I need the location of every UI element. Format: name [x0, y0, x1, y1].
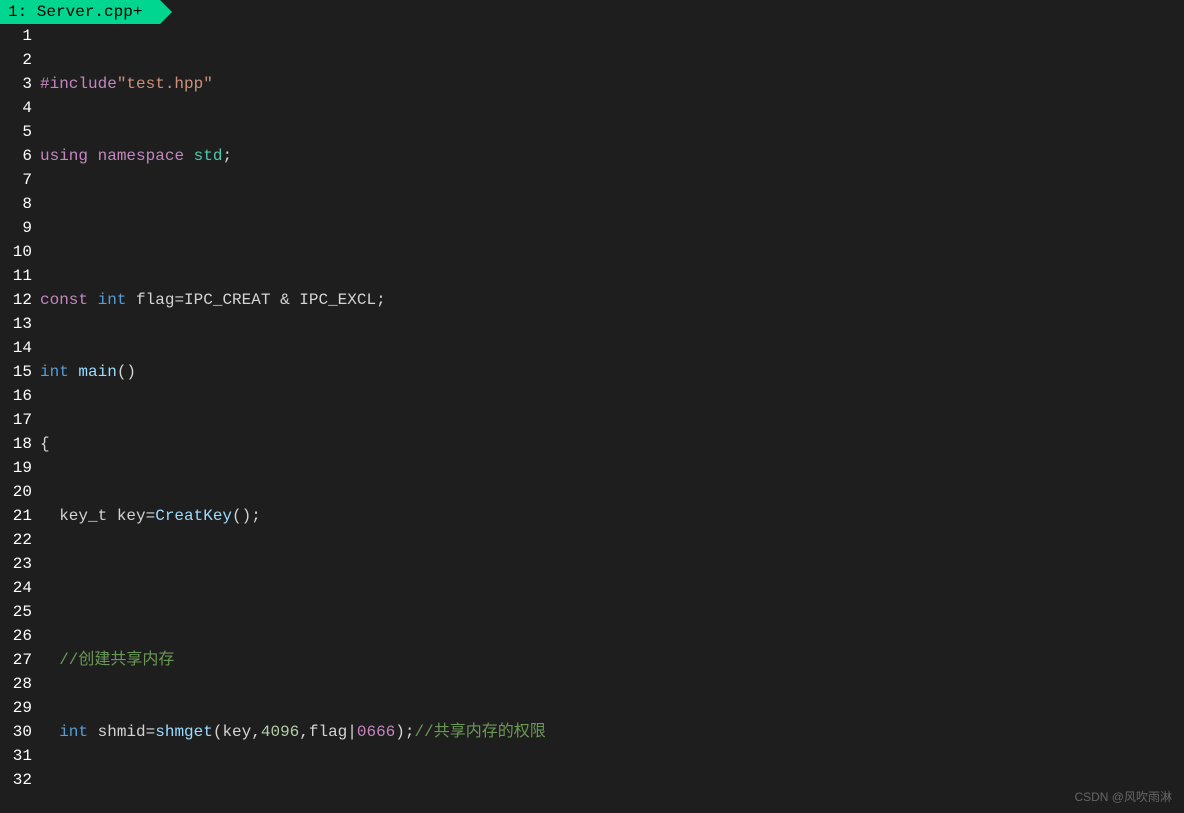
line-number: 12	[0, 288, 32, 312]
line-number: 24	[0, 576, 32, 600]
code-line: int main()	[40, 360, 1184, 384]
comment: //共享内存的权限	[414, 723, 545, 741]
line-number: 15	[0, 360, 32, 384]
parens: ();	[232, 507, 261, 525]
line-number: 4	[0, 96, 32, 120]
line-number: 23	[0, 552, 32, 576]
watermark: CSDN @风吹雨淋	[1074, 788, 1172, 805]
line-number: 27	[0, 648, 32, 672]
code-line: int shmid=shmget(key,4096,flag|0666);//共…	[40, 720, 1184, 744]
code-lines[interactable]: #include"test.hpp" using namespace std; …	[40, 24, 1184, 813]
line-number: 30	[0, 720, 32, 744]
code-line: key_t key=CreatKey();	[40, 504, 1184, 528]
code-editor: 1: Server.cpp+ 1234567891011121314151617…	[0, 0, 1184, 813]
comment: //创建共享内存	[40, 651, 174, 669]
code-line	[40, 792, 1184, 813]
line-number: 9	[0, 216, 32, 240]
line-number: 14	[0, 336, 32, 360]
code-line	[40, 216, 1184, 240]
keyword: using	[40, 147, 88, 165]
type: int	[98, 291, 127, 309]
line-number: 8	[0, 192, 32, 216]
line-number: 10	[0, 240, 32, 264]
code-text: (key,	[213, 723, 261, 741]
code-text: shmid=	[88, 723, 155, 741]
indent	[40, 723, 59, 741]
number: 0666	[357, 723, 395, 741]
include-directive: #include	[40, 75, 117, 93]
line-number: 3	[0, 72, 32, 96]
brace: {	[40, 435, 50, 453]
line-number: 7	[0, 168, 32, 192]
line-number: 20	[0, 480, 32, 504]
namespace-name: std	[194, 147, 223, 165]
include-path: "test.hpp"	[117, 75, 213, 93]
line-number: 28	[0, 672, 32, 696]
code-line: using namespace std;	[40, 144, 1184, 168]
line-number: 26	[0, 624, 32, 648]
line-number: 2	[0, 48, 32, 72]
keyword: namespace	[98, 147, 184, 165]
file-tab[interactable]: 1: Server.cpp+	[0, 0, 160, 24]
line-number: 31	[0, 744, 32, 768]
code-area[interactable]: 1234567891011121314151617181920212223242…	[0, 24, 1184, 813]
line-number: 1	[0, 24, 32, 48]
tab-bar: 1: Server.cpp+	[0, 0, 1184, 24]
code-text: ,flag|	[299, 723, 357, 741]
line-number: 19	[0, 456, 32, 480]
line-number: 6	[0, 144, 32, 168]
code-text: flag=IPC_CREAT & IPC_EXCL;	[126, 291, 385, 309]
keyword: const	[40, 291, 88, 309]
code-line: #include"test.hpp"	[40, 72, 1184, 96]
type: int	[59, 723, 88, 741]
code-text: );	[395, 723, 414, 741]
line-number: 5	[0, 120, 32, 144]
code-line: {	[40, 432, 1184, 456]
func-call: shmget	[155, 723, 213, 741]
code-line	[40, 576, 1184, 600]
line-number: 22	[0, 528, 32, 552]
line-number: 11	[0, 264, 32, 288]
line-number: 17	[0, 408, 32, 432]
code-line: //创建共享内存	[40, 648, 1184, 672]
code-text: key_t key=	[40, 507, 155, 525]
func-call: CreatKey	[155, 507, 232, 525]
line-number: 25	[0, 600, 32, 624]
code-line: const int flag=IPC_CREAT & IPC_EXCL;	[40, 288, 1184, 312]
number: 4096	[261, 723, 299, 741]
line-number: 18	[0, 432, 32, 456]
punct: ;	[222, 147, 232, 165]
line-number-gutter: 1234567891011121314151617181920212223242…	[0, 24, 40, 813]
line-number: 13	[0, 312, 32, 336]
parens: ()	[117, 363, 136, 381]
type: int	[40, 363, 69, 381]
line-number: 16	[0, 384, 32, 408]
line-number: 29	[0, 696, 32, 720]
func-name: main	[78, 363, 116, 381]
line-number: 21	[0, 504, 32, 528]
line-number: 32	[0, 768, 32, 792]
